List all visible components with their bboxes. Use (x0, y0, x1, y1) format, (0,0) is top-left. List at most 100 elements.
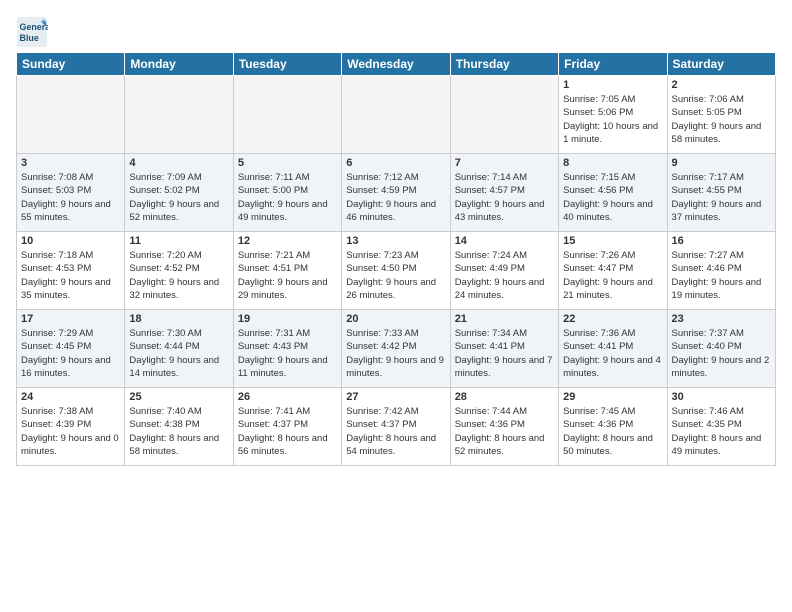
calendar-week-5: 24Sunrise: 7:38 AM Sunset: 4:39 PM Dayli… (17, 388, 776, 466)
day-info: Sunrise: 7:46 AM Sunset: 4:35 PM Dayligh… (672, 405, 771, 458)
day-info: Sunrise: 7:14 AM Sunset: 4:57 PM Dayligh… (455, 171, 554, 224)
calendar-cell: 21 Sunrise: 7:34 AM Sunset: 4:41 PM Dayli… (450, 310, 558, 388)
calendar-cell: 19Sunrise: 7:31 AM Sunset: 4:43 PM Dayli… (233, 310, 341, 388)
calendar-cell: 6 Sunrise: 7:12 AM Sunset: 4:59 PM Daylig… (342, 154, 450, 232)
calendar-cell: 28 Sunrise: 7:44 AM Sunset: 4:36 PM Dayli… (450, 388, 558, 466)
calendar-cell: 25 Sunrise: 7:40 AM Sunset: 4:38 PM Dayli… (125, 388, 233, 466)
calendar-cell: 15 Sunrise: 7:26 AM Sunset: 4:47 PM Dayli… (559, 232, 667, 310)
calendar-cell (450, 76, 558, 154)
weekday-header-thursday: Thursday (450, 53, 558, 76)
day-info: Sunrise: 7:18 AM Sunset: 4:53 PM Dayligh… (21, 249, 120, 302)
day-number: 30 (672, 391, 771, 403)
calendar-cell: 30 Sunrise: 7:46 AM Sunset: 4:35 PM Dayli… (667, 388, 775, 466)
day-number: 22 (563, 313, 662, 325)
day-number: 23 (672, 313, 771, 325)
calendar-cell: 20 Sunrise: 7:33 AM Sunset: 4:42 PM Dayli… (342, 310, 450, 388)
day-info: Sunrise: 7:05 AM Sunset: 5:06 PM Dayligh… (563, 93, 662, 146)
calendar-cell: 1 Sunrise: 7:05 AM Sunset: 5:06 PM Daylig… (559, 76, 667, 154)
calendar-cell: 27Sunrise: 7:42 AM Sunset: 4:37 PM Dayli… (342, 388, 450, 466)
day-number: 5 (238, 157, 337, 169)
calendar-cell (342, 76, 450, 154)
calendar-cell: 29Sunrise: 7:45 AM Sunset: 4:36 PM Dayli… (559, 388, 667, 466)
day-info: Sunrise: 7:29 AM Sunset: 4:45 PM Dayligh… (21, 327, 120, 380)
day-number: 27 (346, 391, 445, 403)
calendar-cell (233, 76, 341, 154)
calendar-cell: 2 Sunrise: 7:06 AM Sunset: 5:05 PM Daylig… (667, 76, 775, 154)
calendar-cell: 23 Sunrise: 7:37 AM Sunset: 4:40 PM Dayli… (667, 310, 775, 388)
weekday-header-tuesday: Tuesday (233, 53, 341, 76)
day-info: Sunrise: 7:27 AM Sunset: 4:46 PM Dayligh… (672, 249, 771, 302)
day-info: Sunrise: 7:37 AM Sunset: 4:40 PM Dayligh… (672, 327, 771, 380)
day-info: Sunrise: 7:45 AM Sunset: 4:36 PM Dayligh… (563, 405, 662, 458)
calendar-week-1: 1 Sunrise: 7:05 AM Sunset: 5:06 PM Daylig… (17, 76, 776, 154)
calendar-cell: 5Sunrise: 7:11 AM Sunset: 5:00 PM Daylig… (233, 154, 341, 232)
day-number: 15 (563, 235, 662, 247)
calendar-cell: 9Sunrise: 7:17 AM Sunset: 4:55 PM Daylig… (667, 154, 775, 232)
day-info: Sunrise: 7:44 AM Sunset: 4:36 PM Dayligh… (455, 405, 554, 458)
calendar-cell: 8 Sunrise: 7:15 AM Sunset: 4:56 PM Daylig… (559, 154, 667, 232)
logo: General Blue (16, 16, 52, 48)
calendar-cell: 3Sunrise: 7:08 AM Sunset: 5:03 PM Daylig… (17, 154, 125, 232)
day-info: Sunrise: 7:06 AM Sunset: 5:05 PM Dayligh… (672, 93, 771, 146)
calendar-week-4: 17Sunrise: 7:29 AM Sunset: 4:45 PM Dayli… (17, 310, 776, 388)
day-number: 28 (455, 391, 554, 403)
day-number: 25 (129, 391, 228, 403)
day-info: Sunrise: 7:09 AM Sunset: 5:02 PM Dayligh… (129, 171, 228, 224)
day-number: 10 (21, 235, 120, 247)
day-number: 4 (129, 157, 228, 169)
day-number: 8 (563, 157, 662, 169)
day-info: Sunrise: 7:41 AM Sunset: 4:37 PM Dayligh… (238, 405, 337, 458)
day-number: 18 (129, 313, 228, 325)
day-number: 16 (672, 235, 771, 247)
day-info: Sunrise: 7:17 AM Sunset: 4:55 PM Dayligh… (672, 171, 771, 224)
logo-icon: General Blue (16, 16, 48, 48)
calendar-cell: 16 Sunrise: 7:27 AM Sunset: 4:46 PM Dayli… (667, 232, 775, 310)
day-info: Sunrise: 7:40 AM Sunset: 4:38 PM Dayligh… (129, 405, 228, 458)
calendar-cell (125, 76, 233, 154)
weekday-header-row: SundayMondayTuesdayWednesdayThursdayFrid… (17, 53, 776, 76)
calendar-cell: 22 Sunrise: 7:36 AM Sunset: 4:41 PM Dayli… (559, 310, 667, 388)
day-number: 21 (455, 313, 554, 325)
weekday-header-friday: Friday (559, 53, 667, 76)
day-number: 20 (346, 313, 445, 325)
day-number: 13 (346, 235, 445, 247)
day-number: 12 (238, 235, 337, 247)
svg-text:Blue: Blue (20, 33, 39, 43)
calendar-cell: 14Sunrise: 7:24 AM Sunset: 4:49 PM Dayli… (450, 232, 558, 310)
calendar-cell: 26 Sunrise: 7:41 AM Sunset: 4:37 PM Dayli… (233, 388, 341, 466)
calendar-cell (17, 76, 125, 154)
day-info: Sunrise: 7:23 AM Sunset: 4:50 PM Dayligh… (346, 249, 445, 302)
calendar-cell: 7 Sunrise: 7:14 AM Sunset: 4:57 PM Daylig… (450, 154, 558, 232)
day-info: Sunrise: 7:15 AM Sunset: 4:56 PM Dayligh… (563, 171, 662, 224)
day-number: 24 (21, 391, 120, 403)
weekday-header-monday: Monday (125, 53, 233, 76)
page: General Blue SundayMondayTuesdayWednesda… (0, 0, 792, 474)
day-info: Sunrise: 7:24 AM Sunset: 4:49 PM Dayligh… (455, 249, 554, 302)
header: General Blue (16, 16, 776, 48)
day-number: 7 (455, 157, 554, 169)
weekday-header-saturday: Saturday (667, 53, 775, 76)
day-info: Sunrise: 7:12 AM Sunset: 4:59 PM Dayligh… (346, 171, 445, 224)
calendar-cell: 17Sunrise: 7:29 AM Sunset: 4:45 PM Dayli… (17, 310, 125, 388)
day-info: Sunrise: 7:30 AM Sunset: 4:44 PM Dayligh… (129, 327, 228, 380)
day-info: Sunrise: 7:34 AM Sunset: 4:41 PM Dayligh… (455, 327, 554, 380)
day-number: 1 (563, 79, 662, 91)
day-number: 6 (346, 157, 445, 169)
day-info: Sunrise: 7:36 AM Sunset: 4:41 PM Dayligh… (563, 327, 662, 380)
day-info: Sunrise: 7:26 AM Sunset: 4:47 PM Dayligh… (563, 249, 662, 302)
day-number: 2 (672, 79, 771, 91)
day-number: 3 (21, 157, 120, 169)
calendar-cell: 11Sunrise: 7:20 AM Sunset: 4:52 PM Dayli… (125, 232, 233, 310)
day-info: Sunrise: 7:33 AM Sunset: 4:42 PM Dayligh… (346, 327, 445, 380)
day-info: Sunrise: 7:21 AM Sunset: 4:51 PM Dayligh… (238, 249, 337, 302)
calendar-week-3: 10 Sunrise: 7:18 AM Sunset: 4:53 PM Dayli… (17, 232, 776, 310)
calendar-cell: 13 Sunrise: 7:23 AM Sunset: 4:50 PM Dayli… (342, 232, 450, 310)
day-info: Sunrise: 7:31 AM Sunset: 4:43 PM Dayligh… (238, 327, 337, 380)
day-number: 26 (238, 391, 337, 403)
weekday-header-wednesday: Wednesday (342, 53, 450, 76)
calendar-cell: 10 Sunrise: 7:18 AM Sunset: 4:53 PM Dayli… (17, 232, 125, 310)
calendar-table: SundayMondayTuesdayWednesdayThursdayFrid… (16, 52, 776, 466)
calendar-cell: 12 Sunrise: 7:21 AM Sunset: 4:51 PM Dayli… (233, 232, 341, 310)
day-number: 11 (129, 235, 228, 247)
calendar-cell: 18 Sunrise: 7:30 AM Sunset: 4:44 PM Dayli… (125, 310, 233, 388)
